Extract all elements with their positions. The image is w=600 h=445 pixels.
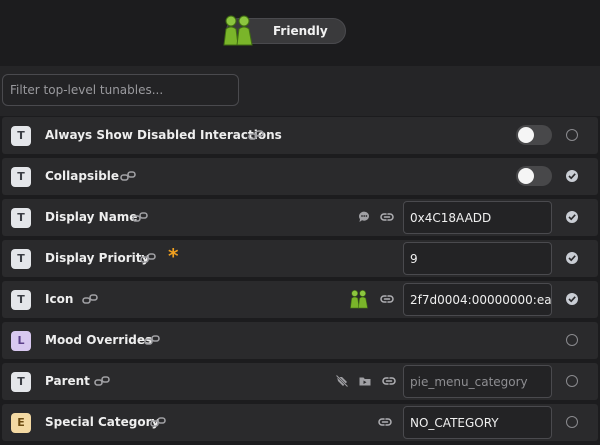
toggle-knob <box>518 168 534 184</box>
status-check-icon[interactable] <box>566 211 578 223</box>
folder-icon[interactable] <box>358 374 372 388</box>
tunable-label: Icon <box>45 292 74 306</box>
status-circle-icon[interactable] <box>566 375 578 387</box>
comment-icon[interactable] <box>357 210 371 224</box>
reference-chain-icon[interactable] <box>120 169 136 183</box>
tunable-label: Mood Overrides <box>45 333 153 347</box>
tunable-label: Special Category <box>45 415 160 429</box>
status-circle-icon[interactable] <box>566 129 578 141</box>
value-field[interactable]: 9 <box>403 242 552 275</box>
hidden-tag-icon[interactable] <box>335 374 349 388</box>
reference-chain-icon[interactable] <box>94 374 110 388</box>
value-field[interactable]: 2f7d0004:00000000:ea4 <box>403 283 552 316</box>
sims-people-icon <box>348 289 370 310</box>
type-badge: T <box>11 208 31 228</box>
tunable-row-special-category: E Special Category NO_CATEGORY <box>2 404 598 441</box>
value-field[interactable]: 0x4C18AADD <box>403 201 552 234</box>
tunable-row-display-priority: T Display Priority * 9 <box>2 240 598 277</box>
toggle-knob <box>518 127 534 143</box>
tunable-label: Always Show Disabled Interactions <box>45 128 282 142</box>
type-badge: E <box>11 413 31 433</box>
type-badge: T <box>11 290 31 310</box>
toggle-switch[interactable] <box>516 125 552 145</box>
tunable-row-always-show-disabled-interactions: T Always Show Disabled Interactions <box>2 117 598 154</box>
reference-chain-icon[interactable] <box>248 128 264 142</box>
type-badge: L <box>11 331 31 351</box>
status-circle-icon[interactable] <box>566 416 578 428</box>
value-field[interactable]: NO_CATEGORY <box>403 406 552 439</box>
tunable-label: Display Name <box>45 210 138 224</box>
tunable-row-mood-overrides: L Mood Overrides <box>2 322 598 359</box>
sims-people-icon <box>220 14 256 48</box>
status-check-icon[interactable] <box>566 252 578 264</box>
reference-chain-icon[interactable] <box>140 251 156 265</box>
modified-marker-icon: * <box>168 244 179 268</box>
link-icon[interactable] <box>382 374 396 388</box>
tunable-label: Collapsible <box>45 169 120 183</box>
link-icon[interactable] <box>380 292 394 306</box>
tunable-row-icon: T Icon 2f7d0004:00000000:ea4 <box>2 281 598 318</box>
tunable-label: Parent <box>45 374 90 388</box>
reference-chain-icon[interactable] <box>150 415 166 429</box>
tunable-row-collapsible: T Collapsible <box>2 158 598 195</box>
status-check-icon[interactable] <box>566 170 578 182</box>
type-badge: T <box>11 249 31 269</box>
type-badge: T <box>11 126 31 146</box>
link-icon[interactable] <box>380 210 394 224</box>
reference-chain-icon[interactable] <box>144 333 160 347</box>
reference-chain-icon[interactable] <box>82 292 98 306</box>
reference-chain-icon[interactable] <box>132 210 148 224</box>
type-badge: T <box>11 372 31 392</box>
header-bar: Friendly <box>0 0 600 66</box>
status-check-icon[interactable] <box>566 293 578 305</box>
tunable-label: Display Priority <box>45 251 150 265</box>
value-field[interactable]: pie_menu_category <box>403 365 552 398</box>
link-icon[interactable] <box>378 415 392 429</box>
status-circle-icon[interactable] <box>566 334 578 346</box>
filter-input[interactable] <box>2 74 239 106</box>
type-badge: T <box>11 167 31 187</box>
tunable-row-parent: T Parent pie_menu_category <box>2 363 598 400</box>
toggle-switch[interactable] <box>516 166 552 186</box>
tunable-row-display-name: T Display Name 0x4C18AADD <box>2 199 598 236</box>
mode-label: Friendly <box>273 24 328 38</box>
